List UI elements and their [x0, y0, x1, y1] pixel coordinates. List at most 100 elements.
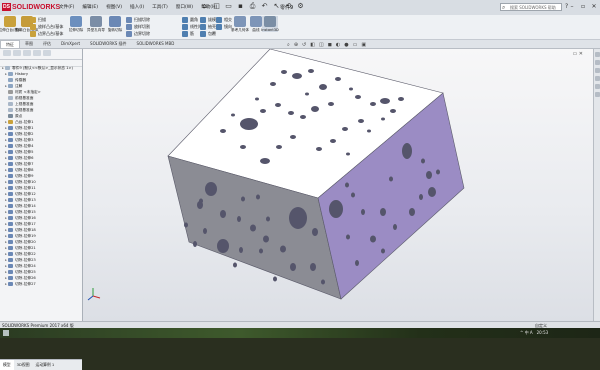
display-manager-tab-icon[interactable]	[43, 50, 51, 56]
windows-start-icon[interactable]	[3, 330, 9, 336]
hole	[358, 119, 364, 123]
hole	[319, 84, 327, 90]
appearance-icon[interactable]: ●	[344, 42, 348, 48]
viewport-window-controls[interactable]: ▭ ✕	[572, 51, 583, 57]
ribbon-right-button-2[interactable]: Instant3D	[261, 16, 279, 32]
new-document-icon[interactable]: □	[212, 2, 221, 11]
menu-window[interactable]: 窗口(W)	[173, 3, 196, 11]
ribbon-right-button-0[interactable]: 参考几何体	[231, 16, 249, 32]
feature-small-icon	[30, 16, 36, 23]
tab-2[interactable]: 评估	[38, 40, 56, 48]
feature-node-icon	[8, 186, 13, 190]
tab-3d-views[interactable]: 3D视图	[14, 360, 33, 370]
hole	[342, 127, 348, 131]
ribbon-small-button-13[interactable]: 镜向	[216, 23, 232, 30]
ribbon-small-button-9[interactable]: 拔模	[200, 16, 216, 23]
save-icon[interactable]: ▪	[236, 2, 245, 11]
tree-node-label: 前视基准面	[15, 95, 34, 100]
brand-name: SOLIDWORKS	[12, 4, 61, 11]
document-title: 零件9	[280, 5, 294, 11]
tree-node[interactable]: ▸ 零件9 (默认<<默认>_显示状态 1>)	[0, 65, 80, 71]
graphics-area[interactable]: ▭ ✕	[83, 48, 593, 321]
ribbon-small-button-4[interactable]: 放样切割	[126, 23, 150, 30]
appearances-icon[interactable]	[595, 84, 600, 89]
view-palette-icon[interactable]	[595, 76, 600, 81]
tree-node-label: 右视基准面	[15, 107, 34, 112]
tab-3[interactable]: DimXpert	[56, 40, 85, 48]
close-icon[interactable]: ✕	[590, 2, 598, 11]
menu-view[interactable]: 视图(V)	[103, 3, 125, 11]
menu-edit[interactable]: 编辑(E)	[79, 3, 101, 11]
design-library-icon[interactable]	[595, 60, 600, 65]
ribbon-small-label: 边界切除	[134, 30, 150, 36]
feature-tree-tab-icon[interactable]	[3, 50, 11, 56]
view-orientation-icon[interactable]: ◫	[319, 42, 324, 48]
ribbon-button-3[interactable]: 异型孔向导	[87, 16, 105, 32]
ribbon-button-4[interactable]: 旋转切除	[107, 16, 123, 32]
zoom-area-icon[interactable]: ⊕	[294, 42, 298, 48]
section-view-icon[interactable]: ◧	[310, 42, 315, 48]
dimxpert-tab-icon[interactable]	[33, 50, 41, 56]
maximize-icon[interactable]: ▫	[579, 2, 587, 11]
menu-insert[interactable]: 插入(I)	[127, 3, 147, 11]
hole	[217, 239, 229, 253]
ribbon-small-button-10[interactable]: 抽壳	[200, 23, 216, 30]
ribbon-small-button-3[interactable]: 扫描切除	[126, 16, 150, 23]
zoom-to-fit-icon[interactable]: ⌕	[287, 42, 290, 48]
resources-icon[interactable]	[595, 52, 600, 57]
ribbon-small-label: 放样凸台/基体	[38, 23, 64, 29]
menu-tools[interactable]: 工具(T)	[149, 3, 171, 11]
view-settings-icon[interactable]: ▣	[361, 42, 366, 48]
feature-node-icon	[8, 276, 13, 280]
undo-icon[interactable]: ↶	[260, 2, 269, 11]
ribbon-small-button-0[interactable]: 扫描	[30, 16, 46, 23]
ribbon-small-button-2[interactable]: 边界凸台/基体	[30, 30, 63, 37]
property-manager-tab-icon[interactable]	[13, 50, 21, 56]
hole	[310, 263, 316, 271]
feature-node-icon	[5, 66, 10, 70]
solidworks-logo[interactable]: DS SOLIDWORKS	[2, 3, 60, 12]
tab-4[interactable]: SOLIDWORKS 插件	[85, 40, 132, 48]
options-gear-icon[interactable]: ⚙	[296, 2, 305, 11]
tree-node[interactable]: ▸ 切除-拉伸27	[0, 281, 80, 287]
hide-show-icon[interactable]: ◐	[336, 42, 340, 48]
feature-icon	[109, 16, 121, 27]
home-icon[interactable]: ⌂	[200, 2, 209, 11]
tree-node-label: 材质 <未指定>	[15, 89, 41, 94]
tray-icons[interactable]: ^ 中 A	[520, 329, 533, 337]
previous-view-icon[interactable]: ↺	[302, 42, 306, 48]
ribbon-small-button-11[interactable]: 包覆	[200, 30, 216, 37]
ribbon-button-label: 拉伸切除	[68, 28, 84, 32]
tab-5[interactable]: SOLIDWORKS MBD	[132, 40, 180, 48]
open-folder-icon[interactable]: ▭	[224, 2, 233, 11]
custom-properties-icon[interactable]	[595, 92, 600, 97]
tab-model[interactable]: 模型	[0, 360, 14, 370]
ribbon-small-button-1[interactable]: 放样凸台/基体	[30, 23, 63, 30]
display-style-icon[interactable]: ◼	[328, 42, 332, 48]
ribbon-small-button-12[interactable]: 相交	[216, 16, 232, 23]
tab-motion-study[interactable]: 运动算例 1	[33, 360, 58, 370]
feature-small-icon	[200, 23, 206, 30]
tree-node-label: 切除-拉伸21	[15, 245, 36, 250]
configuration-tab-icon[interactable]	[23, 50, 31, 56]
ribbon-small-label: 包覆	[208, 30, 216, 36]
hole	[241, 196, 245, 202]
feature-node-icon	[8, 156, 13, 160]
print-icon[interactable]: ⎙	[248, 2, 257, 11]
hole	[436, 169, 440, 175]
minimize-icon[interactable]: –	[568, 2, 576, 11]
part-model[interactable]	[83, 48, 593, 321]
help-search-input[interactable]: ⌕ 搜索 SOLIDWORKS 帮助	[500, 3, 562, 11]
ribbon-small-button-5[interactable]: 边界切除	[126, 30, 150, 37]
scene-icon[interactable]: ▭	[353, 42, 358, 48]
tab-1[interactable]: 草图	[20, 40, 38, 48]
menu-file[interactable]: 文件(F)	[56, 3, 77, 11]
ribbon-small-button-6[interactable]: 圆角	[182, 16, 198, 23]
hole	[426, 171, 432, 179]
ribbon-small-button-8[interactable]: 筋	[182, 30, 194, 37]
hole	[345, 182, 349, 188]
tab-0[interactable]: 特征	[0, 40, 20, 48]
file-explorer-icon[interactable]	[595, 68, 600, 73]
ribbon-small-label: 边界凸台/基体	[38, 30, 64, 36]
ribbon-button-2[interactable]: 拉伸切除	[68, 16, 84, 32]
